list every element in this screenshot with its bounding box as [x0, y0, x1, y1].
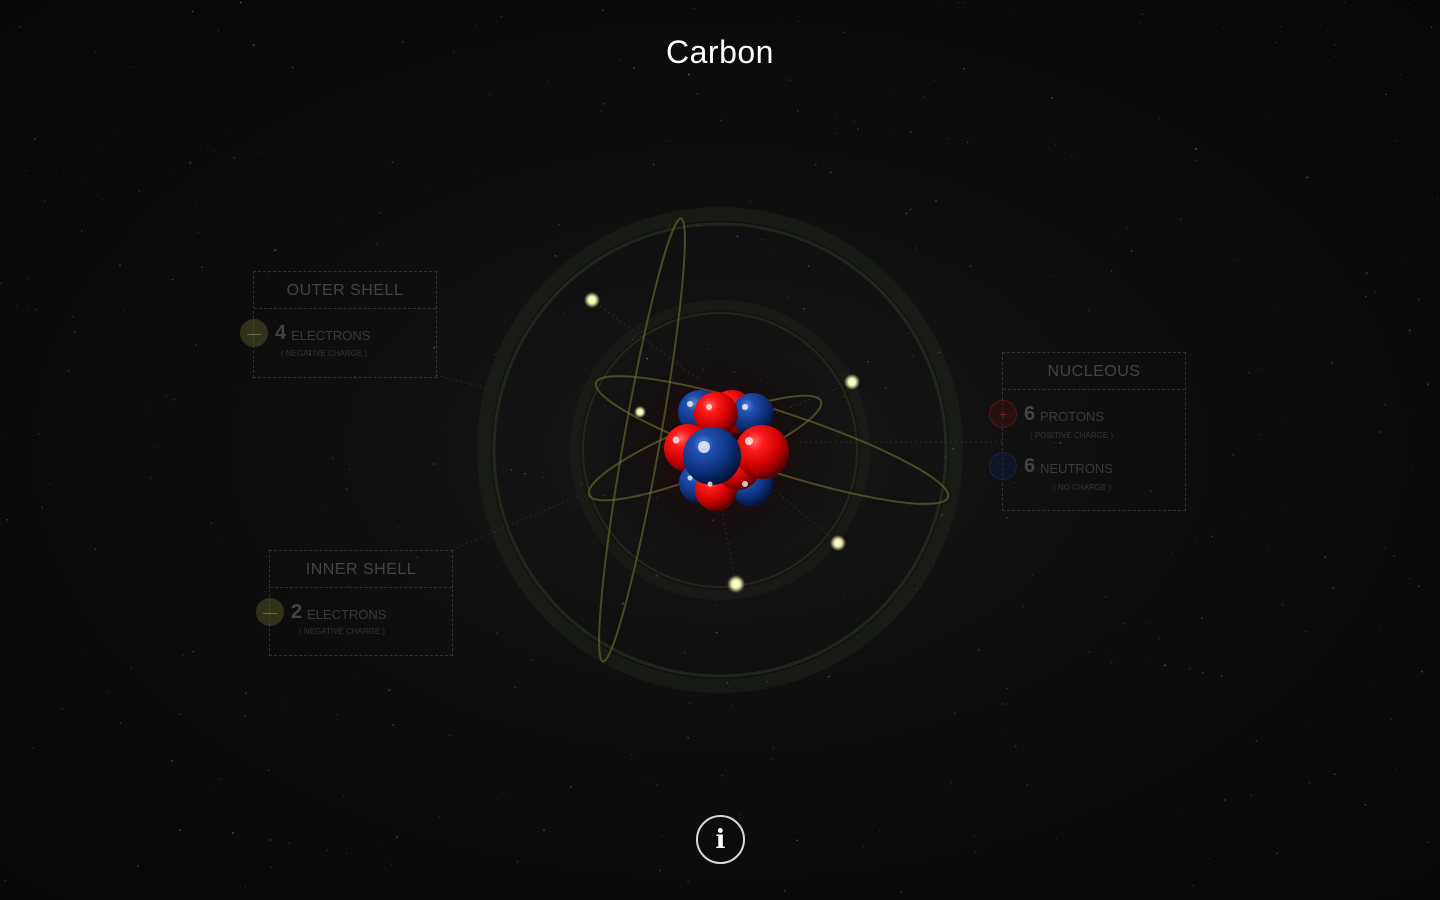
electron[interactable] — [634, 406, 646, 418]
outer-shell-connector — [435, 374, 494, 391]
inner-shell-electron-count: 2 — [291, 601, 303, 623]
neutron-count: 6 — [1024, 455, 1036, 477]
inner-shell-title: INNER SHELL — [270, 551, 452, 588]
proton — [735, 425, 789, 479]
proton-count: 6 — [1024, 403, 1036, 425]
neutron-charge-label: ( NO CHARGE ) — [1053, 483, 1112, 492]
outer-shell-electron-unit: ELECTRONS — [291, 328, 371, 343]
electron[interactable] — [727, 575, 745, 593]
electron[interactable] — [830, 535, 846, 551]
electron[interactable] — [844, 374, 860, 390]
proton-charge-label: ( POSITIVE CHARGE ) — [1030, 431, 1114, 440]
outer-shell-electron-count: 4 — [275, 322, 287, 344]
nucleus-title: NUCLEOUS — [1003, 353, 1185, 390]
nucleus[interactable] — [664, 390, 789, 511]
outer-shell-charge-label: ( NEGATIVE CHARGE ) — [281, 349, 368, 358]
electron[interactable] — [584, 292, 600, 308]
inner-shell-connector — [451, 494, 581, 551]
outer-shell-panel: OUTER SHELL — 4 ELECTRONS ( NEGATIVE CHA… — [240, 271, 437, 378]
electron-charge-icon: — — [256, 598, 284, 626]
proton-charge-icon: + — [989, 400, 1017, 428]
inner-shell-electron-unit: ELECTRONS — [307, 607, 387, 622]
atom-stage: Carbon OUTER SHELL — 4 ELECTRONS (NEGAT… — [0, 0, 1440, 900]
neutron-icon — [989, 452, 1017, 480]
electron-charge-icon: — — [240, 319, 268, 347]
outer-shell-title: OUTER SHELL — [254, 272, 436, 309]
neutron-unit: NEUTRONS — [1040, 461, 1113, 476]
nucleus-panel: NUCLEOUS + 6 PROTONS ( POSITIVE CHARGE )… — [989, 352, 1186, 511]
proton-unit: PROTONS — [1040, 409, 1105, 424]
inner-shell-charge-label: ( NEGATIVE CHARGE ) — [299, 627, 386, 636]
info-button[interactable]: i — [696, 815, 745, 864]
inner-shell-panel: INNER SHELL — 2 ELECTRONS ( NEGATIVE CHA… — [256, 550, 453, 656]
atom-model[interactable] — [0, 0, 1440, 900]
